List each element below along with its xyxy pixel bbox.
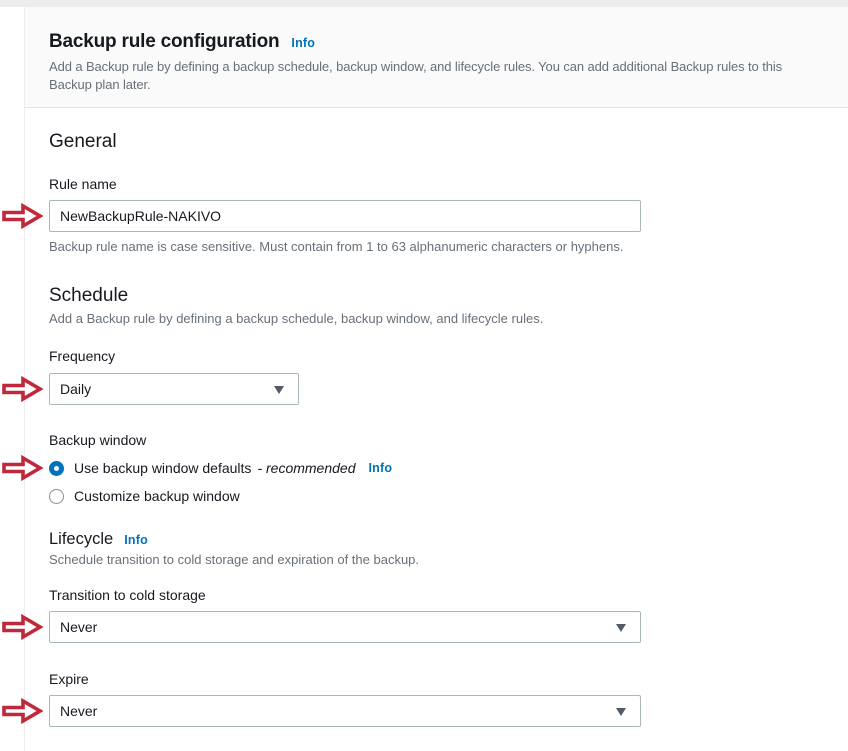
annotation-arrow-icon-transition: [1, 613, 43, 641]
radio-option-label: Customize backup window: [74, 488, 240, 504]
chevron-down-icon: [274, 386, 284, 394]
backup-window-label: Backup window: [49, 431, 824, 449]
radio-selected-icon[interactable]: [49, 461, 64, 476]
frequency-select[interactable]: Daily: [49, 373, 299, 405]
transition-selected-value: Never: [60, 619, 97, 635]
section-general-heading: General: [49, 130, 824, 154]
header-info-link[interactable]: Info: [291, 36, 315, 50]
radio-option-label: Use backup window defaults: [74, 460, 251, 476]
annotation-arrow-icon-frequency: [1, 375, 43, 403]
backup-rule-configuration-page: Backup rule configuration Info Add a Bac…: [0, 0, 848, 751]
lifecycle-info-link[interactable]: Info: [124, 533, 148, 547]
rule-name-input[interactable]: [49, 200, 641, 232]
page-title: Backup rule configuration: [49, 31, 279, 53]
backup-window-info-link[interactable]: Info: [368, 461, 392, 475]
expire-selected-value: Never: [60, 703, 97, 719]
title-row: Backup rule configuration Info: [49, 31, 824, 53]
section-schedule-heading: Schedule: [49, 284, 824, 308]
panel-body: General Rule name Backup rule name is ca…: [25, 130, 848, 727]
radio-unselected-icon[interactable]: [49, 489, 64, 504]
backup-rule-panel: Backup rule configuration Info Add a Bac…: [24, 7, 848, 751]
expire-select[interactable]: Never: [49, 695, 641, 727]
frequency-selected-value: Daily: [60, 381, 91, 397]
transition-label: Transition to cold storage: [49, 586, 824, 604]
transition-select[interactable]: Never: [49, 611, 641, 643]
frequency-label: Frequency: [49, 347, 824, 365]
expire-label: Expire: [49, 670, 824, 688]
lifecycle-description: Schedule transition to cold storage and …: [49, 551, 824, 569]
schedule-description: Add a Backup rule by defining a backup s…: [49, 310, 824, 328]
annotation-arrow-icon-rule-name: [1, 202, 43, 230]
top-strip: [0, 0, 848, 7]
annotation-arrow-icon-backup-window: [1, 454, 43, 482]
radio-option-customize[interactable]: Customize backup window: [49, 485, 824, 507]
radio-option-suffix: - recommended: [257, 460, 355, 476]
chevron-down-icon: [616, 624, 626, 632]
lifecycle-heading-row: Lifecycle Info: [49, 529, 824, 549]
chevron-down-icon: [616, 708, 626, 716]
annotation-arrow-icon-expire: [1, 697, 43, 725]
rule-name-help-text: Backup rule name is case sensitive. Must…: [49, 239, 824, 255]
rule-name-label: Rule name: [49, 175, 824, 193]
panel-header: Backup rule configuration Info Add a Bac…: [25, 7, 848, 108]
radio-option-use-defaults[interactable]: Use backup window defaults - recommended…: [49, 457, 824, 479]
header-description: Add a Backup rule by defining a backup s…: [49, 58, 824, 94]
lifecycle-heading: Lifecycle: [49, 529, 113, 549]
